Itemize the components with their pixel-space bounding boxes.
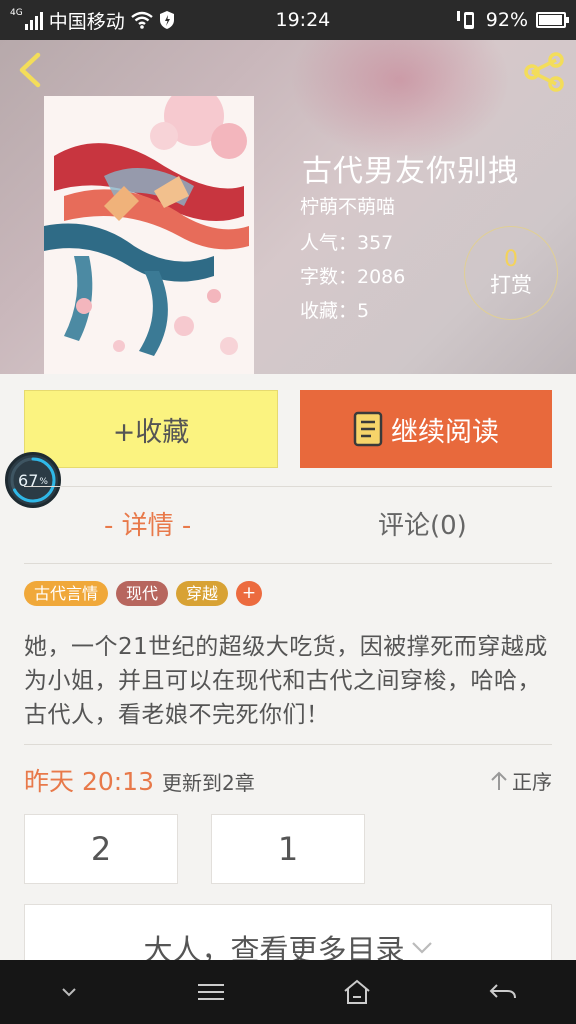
progress-unit: % bbox=[39, 476, 48, 487]
clock: 19:24 bbox=[275, 9, 331, 31]
reward-label: 打赏 bbox=[490, 273, 532, 297]
menu-icon[interactable] bbox=[197, 982, 225, 1002]
cover-illustration bbox=[44, 96, 254, 374]
tab-detail[interactable]: - 详情 - bbox=[104, 506, 191, 546]
chevron-down-icon bbox=[411, 942, 432, 954]
battery-percentage: 92% bbox=[485, 9, 528, 31]
carrier-name: 中国移动 bbox=[48, 10, 125, 33]
reading-progress-widget[interactable]: 67% bbox=[5, 452, 61, 508]
book-word-count: 字数：2086 bbox=[300, 266, 406, 288]
update-time: 昨天 20:13 bbox=[24, 767, 154, 796]
signal-icon bbox=[24, 10, 43, 30]
system-nav-bar bbox=[0, 960, 576, 1024]
tag-modern[interactable]: 现代 bbox=[116, 581, 169, 606]
add-tag-button[interactable]: + bbox=[236, 581, 263, 606]
chapter-item[interactable]: 1 bbox=[211, 814, 365, 884]
chapter-item[interactable]: 2 bbox=[24, 814, 178, 884]
book-favorites: 收藏：5 bbox=[300, 300, 370, 322]
reward-count: 0 bbox=[504, 247, 518, 272]
book-description: 她，一个21世纪的超级大吃货，因被撑死而穿越成为小姐，并且可以在现代和古代之间穿… bbox=[24, 634, 548, 728]
continue-reading-button[interactable]: 继续阅读 bbox=[300, 390, 552, 468]
add-favorite-button[interactable]: +收藏 bbox=[24, 390, 278, 468]
divider bbox=[24, 486, 552, 487]
status-bar: 4G 中国移动 19:24 92% bbox=[0, 0, 576, 40]
reward-button[interactable]: 0 打赏 bbox=[464, 226, 558, 320]
arrow-up-icon bbox=[491, 771, 507, 790]
book-title: 古代男友你别拽 bbox=[302, 154, 519, 189]
book-header: 古代男友你别拽 柠萌不萌喵 人气：357 字数：2086 收藏：5 0 打赏 bbox=[0, 40, 576, 374]
back-icon[interactable] bbox=[14, 52, 50, 88]
book-popularity: 人气：357 bbox=[300, 232, 394, 254]
tag-list: 古代言情 现代 穿越 + bbox=[24, 581, 263, 606]
update-text: 更新到2章 bbox=[162, 771, 255, 795]
home-icon[interactable] bbox=[343, 979, 371, 1005]
update-info: 昨天 20:13 更新到2章 bbox=[24, 762, 255, 798]
divider bbox=[24, 563, 552, 564]
tag-ancient-romance[interactable]: 古代言情 bbox=[24, 581, 109, 606]
tag-time-travel[interactable]: 穿越 bbox=[176, 581, 229, 606]
book-cover[interactable] bbox=[44, 96, 254, 374]
phone-data-icon bbox=[456, 11, 474, 29]
share-icon[interactable] bbox=[522, 52, 566, 92]
battery-icon bbox=[536, 12, 569, 28]
continue-reading-label: 继续阅读 bbox=[391, 416, 499, 448]
book-author[interactable]: 柠萌不萌喵 bbox=[300, 192, 395, 219]
sort-label: 正序 bbox=[512, 770, 552, 794]
book-icon bbox=[353, 411, 383, 447]
hide-keyboard-icon[interactable] bbox=[59, 985, 79, 999]
add-favorite-label: +收藏 bbox=[112, 416, 190, 448]
sort-toggle[interactable]: 正序 bbox=[490, 766, 552, 795]
back-nav-icon[interactable] bbox=[489, 982, 517, 1002]
tab-comments[interactable]: 评论(0) bbox=[378, 506, 467, 546]
divider bbox=[24, 744, 552, 745]
network-type: 4G bbox=[10, 8, 23, 18]
